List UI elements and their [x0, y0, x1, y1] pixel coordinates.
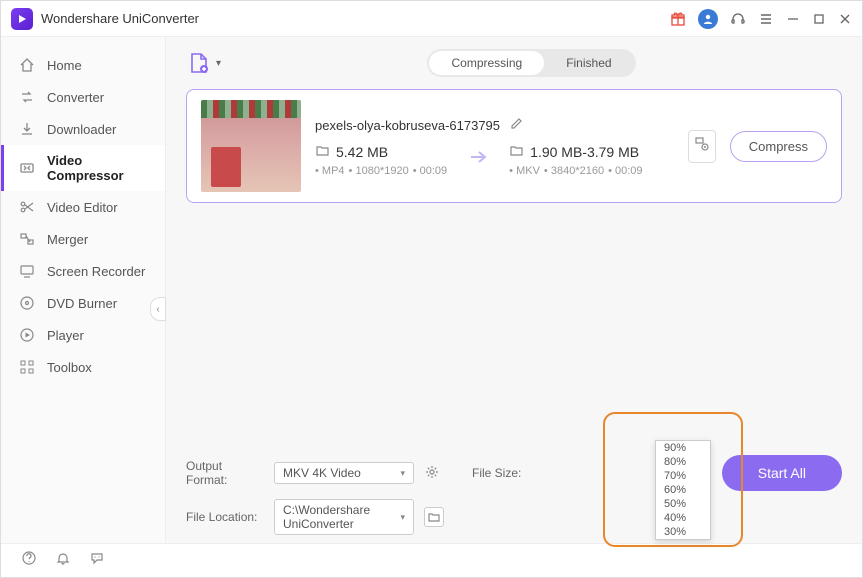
file-size-label: File Size: [472, 466, 521, 480]
sidebar-item-video-compressor[interactable]: Video Compressor [1, 145, 165, 191]
output-format-label: Output Format: [186, 459, 264, 487]
headset-icon[interactable] [730, 11, 746, 27]
play-icon [19, 327, 35, 343]
sidebar-item-label: Downloader [47, 122, 116, 137]
sidebar-item-video-editor[interactable]: Video Editor [1, 191, 165, 223]
download-icon [19, 121, 35, 137]
grid-icon [19, 359, 35, 375]
sidebar-item-label: DVD Burner [47, 296, 117, 311]
target-size: 1.90 MB-3.79 MB [530, 144, 639, 160]
tab-finished[interactable]: Finished [544, 51, 633, 75]
video-thumbnail[interactable] [201, 100, 301, 192]
file-card: pexels-olya-kobruseva-6173795 5.42 MB [186, 89, 842, 203]
open-folder-button[interactable] [424, 507, 444, 527]
dropdown-option[interactable]: 90% [656, 441, 710, 455]
dropdown-option[interactable]: 70% [656, 469, 710, 483]
dropdown-option[interactable]: 40% [656, 511, 710, 525]
tab-compressing[interactable]: Compressing [429, 51, 544, 75]
output-format-select[interactable]: MKV 4K Video ▾ [274, 462, 414, 484]
sidebar-item-dvd-burner[interactable]: DVD Burner [1, 287, 165, 319]
source-size: 5.42 MB [336, 144, 388, 160]
file-location-label: File Location: [186, 510, 264, 524]
screen-icon [19, 263, 35, 279]
app-logo [11, 8, 33, 30]
merger-icon [19, 231, 35, 247]
dropdown-option[interactable]: 80% [656, 455, 710, 469]
folder-icon [315, 143, 330, 161]
tabs: Compressing Finished [427, 49, 635, 77]
sidebar-item-label: Screen Recorder [47, 264, 145, 279]
sidebar-item-screen-recorder[interactable]: Screen Recorder [1, 255, 165, 287]
file-size-dropdown[interactable]: 90% 80% 70% 60% 50% 40% 30% [655, 440, 711, 540]
home-icon [19, 57, 35, 73]
source-resolution: 1080*1920 [349, 165, 409, 177]
sidebar-item-player[interactable]: Player [1, 319, 165, 351]
sidebar-item-home[interactable]: Home [1, 49, 165, 81]
sidebar-item-label: Merger [47, 232, 88, 247]
sidebar-item-label: Converter [47, 90, 104, 105]
sidebar-item-label: Video Editor [47, 200, 118, 215]
arrow-icon [467, 146, 489, 173]
chevron-down-icon: ▾ [400, 512, 405, 523]
disc-icon [19, 295, 35, 311]
converter-icon [19, 89, 35, 105]
file-name: pexels-olya-kobruseva-6173795 [315, 118, 500, 133]
sidebar-item-toolbox[interactable]: Toolbox [1, 351, 165, 383]
dropdown-option[interactable]: 60% [656, 483, 710, 497]
sidebar-item-downloader[interactable]: Downloader [1, 113, 165, 145]
target-duration: 00:09 [608, 165, 642, 177]
app-title: Wondershare UniConverter [41, 11, 199, 26]
chevron-down-icon: ▾ [400, 468, 405, 479]
close-button[interactable] [838, 12, 852, 26]
add-file-icon[interactable] [186, 50, 212, 76]
file-location-select[interactable]: C:\Wondershare UniConverter ▾ [274, 499, 414, 535]
hamburger-icon[interactable] [758, 11, 774, 27]
sidebar: Home Converter Downloader Video Compress… [1, 37, 166, 543]
bell-icon[interactable] [55, 550, 71, 571]
sidebar-item-merger[interactable]: Merger [1, 223, 165, 255]
compress-icon [19, 160, 35, 176]
source-format: MP4 [315, 165, 345, 177]
target-format: MKV [509, 165, 540, 177]
user-avatar[interactable] [698, 9, 718, 29]
minimize-button[interactable] [786, 12, 800, 26]
output-settings-icon[interactable] [424, 464, 440, 483]
file-settings-icon[interactable] [688, 130, 716, 163]
maximize-button[interactable] [812, 12, 826, 26]
start-all-button[interactable]: Start All [722, 455, 842, 491]
help-icon[interactable] [21, 550, 37, 571]
target-resolution: 3840*2160 [544, 165, 604, 177]
sidebar-collapse-button[interactable]: ‹ [150, 297, 166, 321]
add-file-caret[interactable]: ▾ [216, 58, 221, 69]
sidebar-item-label: Toolbox [47, 360, 92, 375]
folder-icon [509, 143, 524, 161]
feedback-icon[interactable] [89, 550, 105, 571]
dropdown-option[interactable]: 30% [656, 525, 710, 539]
scissors-icon [19, 199, 35, 215]
gift-icon[interactable] [670, 11, 686, 27]
compress-button[interactable]: Compress [730, 131, 827, 162]
edit-name-icon[interactable] [510, 116, 524, 135]
dropdown-option[interactable]: 50% [656, 497, 710, 511]
source-duration: 00:09 [413, 165, 447, 177]
sidebar-item-label: Player [47, 328, 84, 343]
sidebar-item-label: Home [47, 58, 82, 73]
sidebar-item-label: Video Compressor [47, 153, 147, 183]
sidebar-item-converter[interactable]: Converter [1, 81, 165, 113]
